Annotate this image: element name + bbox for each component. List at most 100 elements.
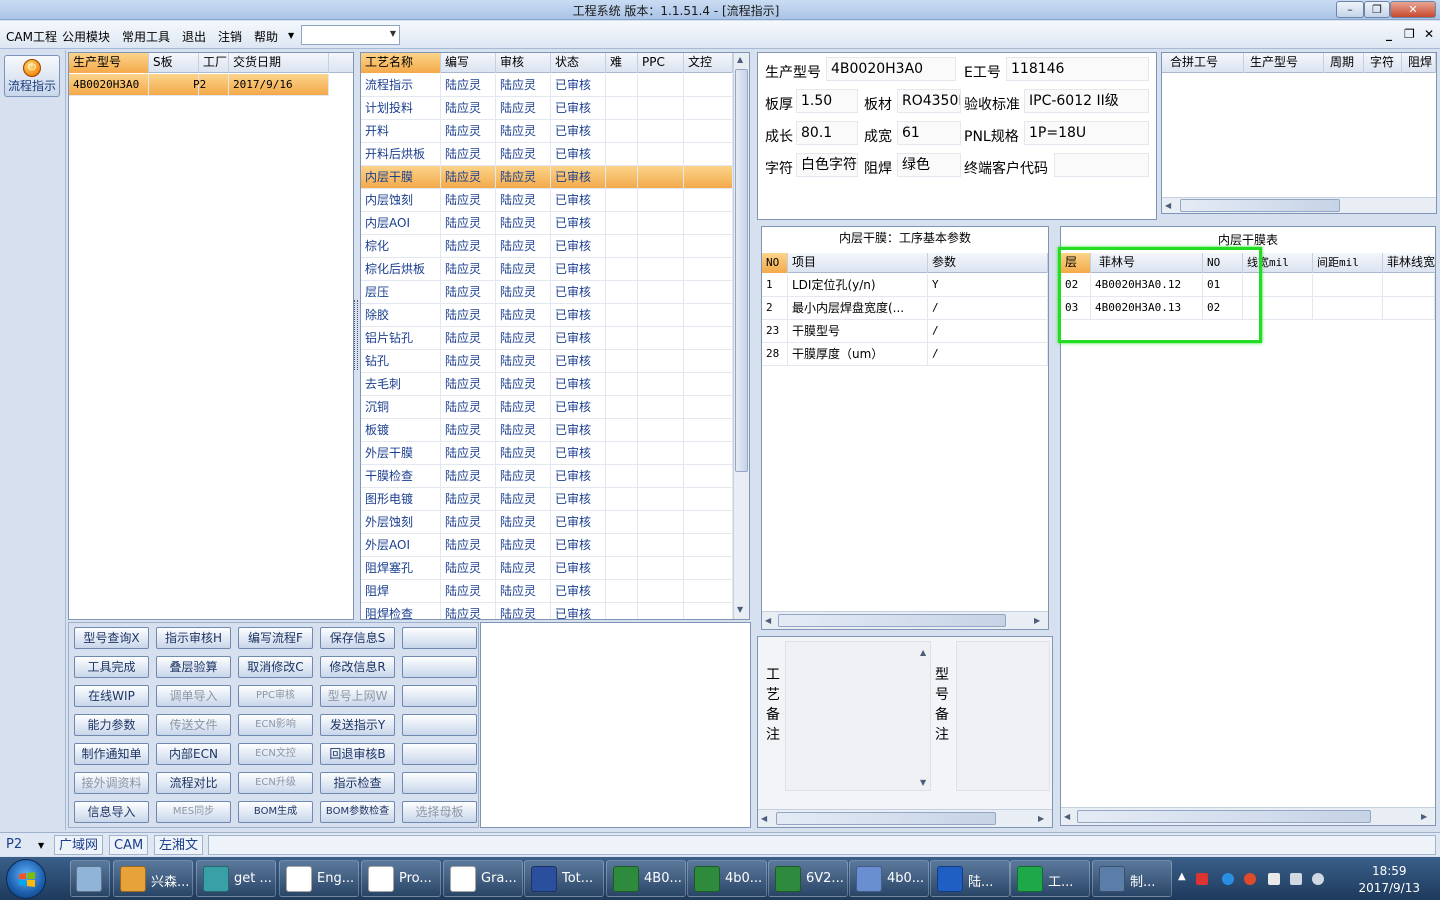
menu-help[interactable]: 帮助 xyxy=(254,28,278,45)
doc-4b0-task[interactable]: 4b0... xyxy=(849,860,929,897)
col-film-no[interactable]: 菲林号 xyxy=(1091,253,1203,273)
flow-compare-button[interactable]: 流程对比 xyxy=(156,772,231,794)
col-line-width[interactable]: 线宽mil xyxy=(1243,253,1313,273)
splitter-handle[interactable] xyxy=(354,300,358,370)
send-instruction-button[interactable]: 发送指示Y xyxy=(320,714,395,736)
scroll-right-icon[interactable]: ▶ xyxy=(1421,812,1427,821)
process-row[interactable]: 棕化后烘板 陆应灵 陆应灵 已审核 xyxy=(361,258,733,281)
bom-generate-button[interactable]: BOM生成 xyxy=(238,801,313,823)
col-merge-model[interactable]: 生产型号 xyxy=(1244,53,1324,73)
production-notice-button[interactable]: 制作通知单 xyxy=(74,743,149,765)
menu-cam[interactable]: CAM工程 xyxy=(6,28,57,45)
external-data-button[interactable]: 接外调资料 xyxy=(74,772,149,794)
param-hscroll[interactable]: ◀ ▶ xyxy=(762,611,1048,629)
col-status[interactable]: 状态 xyxy=(551,53,606,73)
process-row[interactable]: 外层蚀刻 陆应灵 陆应灵 已审核 xyxy=(361,511,733,534)
col-writer[interactable]: 编写 xyxy=(441,53,496,73)
ecn-upgrade-button[interactable]: ECN升级 xyxy=(238,772,313,794)
process-row[interactable]: 阻焊 陆应灵 陆应灵 已审核 xyxy=(361,580,733,603)
online-wip-button[interactable]: 在线WIP xyxy=(74,685,149,707)
film-row[interactable]: 02 4B0020H3A0.12 01 xyxy=(1061,274,1435,297)
tot-task[interactable]: Tot... xyxy=(524,860,604,897)
col-difficulty[interactable]: 难 xyxy=(606,53,638,73)
scroll-left-icon[interactable]: ◀ xyxy=(1165,201,1171,210)
process-row[interactable]: 内层蚀刻 陆应灵 陆应灵 已审核 xyxy=(361,189,733,212)
bom-param-check-button[interactable]: BOM参数检查 xyxy=(320,801,395,823)
process-row[interactable]: 棕化 陆应灵 陆应灵 已审核 xyxy=(361,235,733,258)
e-no-field[interactable]: 118146 xyxy=(1006,57,1149,81)
process-row[interactable]: 沉铜 陆应灵 陆应灵 已审核 xyxy=(361,396,733,419)
param-row[interactable]: 23 干膜型号 / xyxy=(762,320,1048,343)
thickness-field[interactable]: 1.50 xyxy=(796,89,858,113)
length-field[interactable]: 80.1 xyxy=(796,121,858,145)
review-instruction-button[interactable]: 指示审核H xyxy=(156,627,231,649)
process-row[interactable]: 内层干膜 陆应灵 陆应灵 已审核 xyxy=(361,166,733,189)
cancel-edit-button[interactable]: 取消修改C xyxy=(238,656,313,678)
pro-task[interactable]: Pro... xyxy=(361,860,441,897)
lu-task[interactable]: 陆... xyxy=(930,860,1010,897)
material-field[interactable]: RO4350B xyxy=(897,89,961,113)
save-info-button[interactable]: 保存信息S xyxy=(320,627,395,649)
process-row[interactable]: 内层AOI 陆应灵 陆应灵 已审核 xyxy=(361,212,733,235)
process-row[interactable]: 铝片钻孔 陆应灵 陆应灵 已审核 xyxy=(361,327,733,350)
ecn-doc-control-button[interactable]: ECN文控 xyxy=(238,743,313,765)
xingsen-task[interactable]: 兴森... xyxy=(113,860,193,897)
col-process-name[interactable]: 工艺名称 xyxy=(361,53,441,73)
merge-hscroll-thumb[interactable] xyxy=(1180,199,1340,212)
menu-common-modules[interactable]: 公用模块 xyxy=(62,28,110,45)
mdi-minimize-button[interactable]: _ xyxy=(1386,27,1392,41)
menu-logout[interactable]: 注销 xyxy=(218,28,242,45)
scroll-up-icon[interactable]: ▲ xyxy=(737,55,743,64)
param-row[interactable]: 1 LDI定位孔(y/n) Y xyxy=(762,274,1048,297)
internal-ecn-button[interactable]: 内部ECN xyxy=(156,743,231,765)
restore-button[interactable]: ❐ xyxy=(1364,1,1390,18)
menu-common-tools[interactable]: 常用工具 xyxy=(122,28,170,45)
process-row[interactable]: 外层干膜 陆应灵 陆应灵 已审核 xyxy=(361,442,733,465)
edit-info-button[interactable]: 修改信息R xyxy=(320,656,395,678)
model-query-button[interactable]: 型号查询X xyxy=(74,627,149,649)
merge-hscroll[interactable]: ◀ xyxy=(1162,197,1436,213)
col-model[interactable]: 生产型号 xyxy=(69,53,149,73)
col-s-board[interactable]: S板 xyxy=(149,53,199,73)
scroll-left-icon[interactable]: ◀ xyxy=(765,616,771,625)
film-hscroll[interactable]: ◀ ▶ xyxy=(1061,807,1435,825)
blank-button-3[interactable] xyxy=(402,685,477,707)
process-row[interactable]: 板镀 陆应灵 陆应灵 已审核 xyxy=(361,419,733,442)
film-row[interactable]: 03 4B0020H3A0.13 02 xyxy=(1061,297,1435,320)
process-row[interactable]: 流程指示 陆应灵 陆应灵 已审核 xyxy=(361,74,733,97)
model-online-button[interactable]: 型号上网W xyxy=(320,685,395,707)
scroll-down-icon[interactable]: ▼ xyxy=(920,778,926,787)
ecn-impact-button[interactable]: ECN影响 xyxy=(238,714,313,736)
get-task[interactable]: get ... xyxy=(196,860,276,897)
flow-indicator-button[interactable]: ⏻ 流程指示 xyxy=(4,55,60,97)
tray-app-icon[interactable] xyxy=(1196,873,1208,885)
film-hscroll-thumb[interactable] xyxy=(1077,810,1371,823)
col-mask[interactable]: 阻焊 xyxy=(1402,53,1436,73)
blank-button-5[interactable] xyxy=(402,743,477,765)
zhi-task[interactable]: 制... xyxy=(1092,860,1172,897)
check-instruction-button[interactable]: 指示检查 xyxy=(320,772,395,794)
col-reviewer[interactable]: 审核 xyxy=(496,53,551,73)
tray-volume-icon[interactable] xyxy=(1312,873,1324,885)
col-param-item[interactable]: 项目 xyxy=(788,253,928,273)
col-factory[interactable]: 工厂 xyxy=(199,53,229,73)
blank-button-1[interactable] xyxy=(402,627,477,649)
process-note-textarea[interactable]: ▲ ▼ xyxy=(785,641,931,791)
col-param-value[interactable]: 参数 xyxy=(928,253,1048,273)
process-row[interactable]: 层压 陆应灵 陆应灵 已审核 xyxy=(361,281,733,304)
order-row[interactable]: 4B0020H3A0 P2 2017/9/16 xyxy=(69,74,329,96)
acceptance-std-field[interactable]: IPC-6012 II级 xyxy=(1024,89,1149,113)
write-flow-button[interactable]: 编写流程F xyxy=(238,627,313,649)
scroll-right-icon[interactable]: ▶ xyxy=(1038,814,1044,823)
blank-button-2[interactable] xyxy=(402,656,477,678)
process-vscroll[interactable]: ▲ ▼ xyxy=(733,53,749,619)
eng-task[interactable]: Eng... xyxy=(279,860,359,897)
scroll-left-icon[interactable]: ◀ xyxy=(761,814,767,823)
col-ppc[interactable]: PPC xyxy=(638,53,684,73)
width-field[interactable]: 61 xyxy=(897,121,961,145)
notes-hscroll-thumb[interactable] xyxy=(776,812,996,825)
col-doc-control[interactable]: 文控 xyxy=(684,53,733,73)
process-row[interactable]: 阻焊检查 陆应灵 陆应灵 已审核 xyxy=(361,603,733,619)
process-row[interactable]: 计划投料 陆应灵 陆应灵 已审核 xyxy=(361,97,733,120)
scroll-right-icon[interactable]: ▶ xyxy=(1034,616,1040,625)
